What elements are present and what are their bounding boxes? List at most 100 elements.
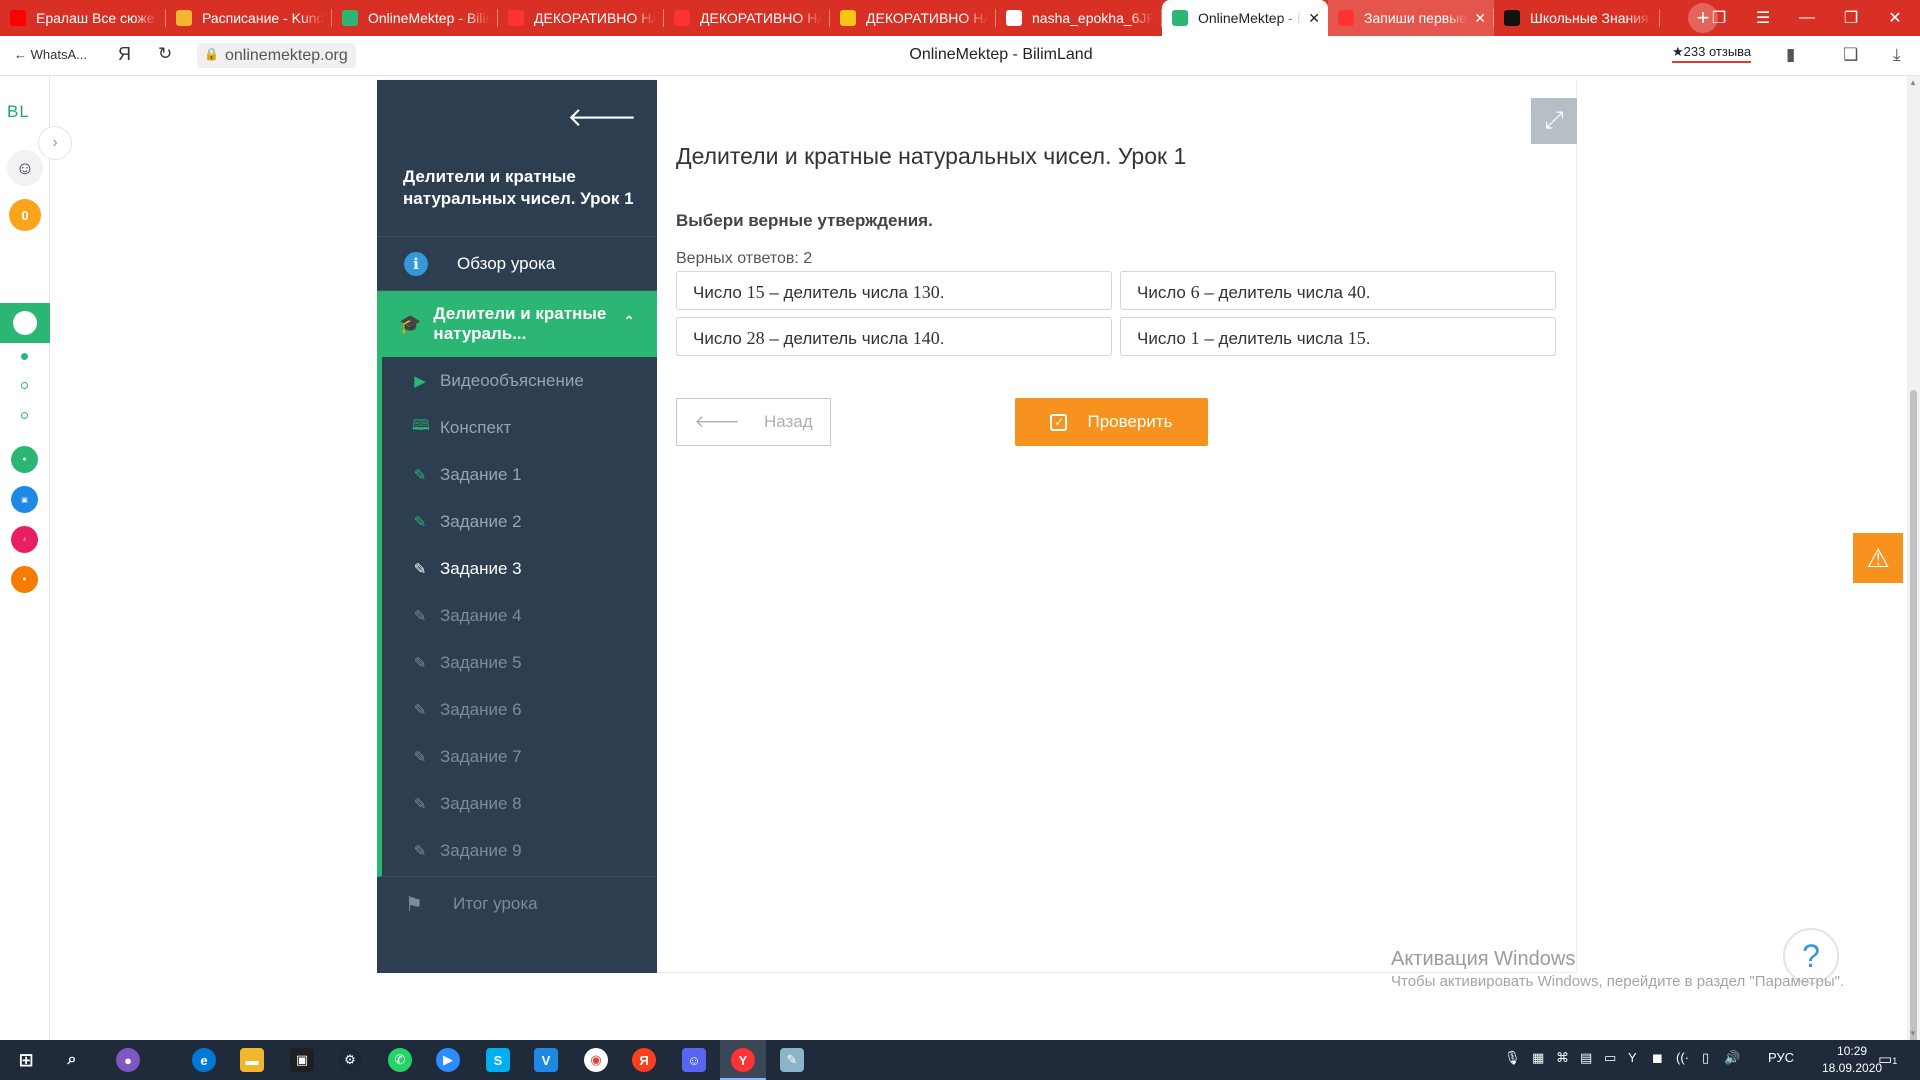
download-icon[interactable]: ⤓ (1893, 45, 1901, 65)
restore-button[interactable]: ❐ (1829, 0, 1873, 36)
browser-tab[interactable]: Расписание - Kundelik (166, 0, 332, 36)
whatsapp-icon[interactable]: ✆ (388, 1048, 412, 1072)
windows-start-icon[interactable]: ⊞ (14, 1048, 38, 1072)
browser-tab[interactable]: ДЕКОРАТИВНО НАРОДНОЕ (664, 0, 830, 36)
language-indicator[interactable]: РУС (1768, 1050, 1794, 1065)
browser-tab[interactable]: OnlineMektep - BilimLand (332, 0, 498, 36)
browser-tab[interactable]: Запиши первые ✕ (1328, 0, 1494, 36)
battery-icon[interactable]: ▯ (1702, 1050, 1709, 1066)
lesson-step-item[interactable]: ✎ Задание 2 (382, 498, 657, 545)
close-tab-icon[interactable]: ✕ (1474, 10, 1486, 27)
browser-tab[interactable]: nasha_epokha_6JPG (996, 0, 1162, 36)
znanija-icon (1504, 10, 1520, 26)
chrome-icon[interactable]: ◉ (584, 1048, 608, 1072)
store-icon[interactable]: ▣ (290, 1048, 314, 1072)
media-app-icon[interactable]: ● (11, 566, 38, 593)
sidebar-item-summary[interactable]: ⚑ Итог урока (377, 877, 657, 931)
warning-icon[interactable]: ⚠ (1853, 533, 1903, 583)
planner-app-icon[interactable]: ▣ (11, 486, 38, 513)
page-title: OnlineMektep - BilimLand (909, 46, 1093, 63)
lesson-step-item[interactable]: 🕮 Конспект (382, 404, 657, 451)
browser-tab[interactable]: ДЕКОРАТИВНО НАРОДНОЕ (498, 0, 664, 36)
browser-tab-label: ДЕКОРАТИВНО НАРОДНОЕ (700, 10, 822, 26)
menu-icon[interactable]: ☰ (1741, 0, 1785, 36)
check-button[interactable]: ✓ Проверить (1015, 398, 1208, 446)
clock[interactable]: 10:29 18.09.2020 (1822, 1043, 1882, 1077)
answer-option[interactable]: Число 1 – делитель числа 15. (1120, 317, 1556, 356)
bilimland-app-icon[interactable]: ● (11, 446, 38, 473)
collections-icon[interactable]: ❏ (1843, 45, 1858, 65)
network-icon[interactable]: ((· (1676, 1050, 1689, 1065)
sidebar-item-overview[interactable]: i Обзор урока (377, 237, 657, 291)
page-dot-3[interactable] (21, 412, 28, 419)
answer-number: 1 (1190, 328, 1200, 348)
discord-icon[interactable]: ☺ (682, 1048, 706, 1072)
tray-icon[interactable]: ▤ (1580, 1050, 1592, 1066)
yandex-icon[interactable]: Я (632, 1048, 656, 1072)
tray-icon[interactable]: ▦ (1532, 1050, 1544, 1066)
sidepanel-active-app[interactable] (0, 303, 50, 343)
zoom-icon[interactable]: ▶ (436, 1048, 460, 1072)
bookmark-icon[interactable]: ▮ (1786, 45, 1795, 65)
music-app-icon[interactable]: ♪ (11, 526, 38, 553)
lesson-step-item[interactable]: ✎ Задание 5 (382, 639, 657, 686)
lesson-step-item[interactable]: ✎ Задание 3 (382, 545, 657, 592)
browser-tab-label: Запиши первые (1364, 10, 1468, 26)
alice-icon[interactable]: ● (116, 1048, 140, 1072)
browser-tab[interactable]: Ералаш Все сюжеты (0, 0, 166, 36)
search-icon[interactable]: ⌕ (60, 1048, 84, 1072)
scrollbar[interactable]: ▲ ▼ (1907, 76, 1920, 1060)
edge-icon[interactable]: e (192, 1048, 216, 1072)
scrollbar-thumb[interactable] (1910, 390, 1917, 1060)
sidebar-item-current-section[interactable]: 🎓 Делители и кратные натураль... ⌃ (377, 291, 657, 357)
close-window-button[interactable]: ✕ (1873, 0, 1917, 36)
steam-icon[interactable]: ⚙ (338, 1048, 362, 1072)
yandex-browser-icon[interactable]: Y (731, 1048, 755, 1072)
minimize-button[interactable]: — (1785, 0, 1829, 36)
avatar[interactable]: ☺ (7, 150, 43, 186)
answer-option[interactable]: Число 6 – делитель числа 40. (1120, 271, 1556, 310)
volume-icon[interactable]: 🔊 (1724, 1050, 1740, 1066)
play-icon: ▶ (414, 372, 426, 390)
tray-icon[interactable]: Y (1628, 1050, 1637, 1065)
lesson-step-item[interactable]: ✎ Задание 1 (382, 451, 657, 498)
coins-badge[interactable]: 0 (9, 199, 41, 231)
nvidia-icon[interactable]: ◼ (1652, 1050, 1663, 1066)
browser-tab[interactable]: OnlineMektep - BilimLand ✕ (1162, 0, 1328, 36)
browser-tab[interactable]: Школьные Знания.com (1494, 0, 1660, 36)
folder-icon[interactable]: ▬ (240, 1048, 264, 1072)
vpn-icon[interactable]: V (534, 1048, 558, 1072)
skype-icon[interactable]: S (486, 1048, 510, 1072)
paint-icon[interactable]: ✎ (780, 1048, 804, 1072)
lesson-step-item[interactable]: ✎ Задание 6 (382, 686, 657, 733)
browser-tab-label: OnlineMektep - BilimLand (1198, 10, 1303, 26)
page-dot-2[interactable] (21, 382, 28, 389)
arrow-left-icon[interactable]: 🡐 (567, 102, 637, 133)
back-button[interactable]: 🡐 Назад (676, 398, 831, 446)
tray-icon[interactable]: ⌘ (1556, 1050, 1569, 1066)
scroll-down-icon[interactable]: ▼ (1909, 1029, 1917, 1038)
browser-tab[interactable]: ДЕКОРАТИВНО НАРОДНОЕ (830, 0, 996, 36)
close-tab-icon[interactable]: ✕ (1308, 10, 1320, 27)
answer-option[interactable]: Число 28 – делитель числа 140. (676, 317, 1112, 356)
check-button-label: Проверить (1087, 412, 1173, 431)
bookmarks-icon[interactable]: ❐ (1697, 0, 1741, 36)
chevron-right-icon[interactable]: › (38, 126, 72, 160)
notifications-icon[interactable]: ▭1 (1878, 1050, 1897, 1068)
lesson-step-item[interactable]: ✎ Задание 9 (382, 827, 657, 874)
microphone-icon[interactable]: 🎙 (1504, 1050, 1521, 1066)
lesson-step-item[interactable]: ✎ Задание 7 (382, 733, 657, 780)
tray-icon[interactable]: ▭ (1604, 1050, 1616, 1066)
scroll-up-icon[interactable]: ▲ (1909, 78, 1917, 87)
lesson-step-item[interactable]: ✎ Задание 8 (382, 780, 657, 827)
answer-text: – делитель числа (764, 329, 913, 348)
lesson-step-item[interactable]: ✎ Задание 4 (382, 592, 657, 639)
fullscreen-icon[interactable]: ⤢ (1531, 98, 1577, 144)
lesson-step-item[interactable]: ▶ Видеообъяснение (382, 357, 657, 404)
answer-option[interactable]: Число 15 – делитель числа 130. (676, 271, 1112, 310)
reviews-badge[interactable]: ★233 отзыва (1672, 44, 1752, 63)
sidebar-item-label: Обзор урока (457, 253, 556, 273)
chevron-up-icon[interactable]: ⌃ (623, 313, 635, 330)
page-dot-1[interactable] (21, 353, 28, 360)
bilimland-logo[interactable]: BL (7, 102, 30, 122)
